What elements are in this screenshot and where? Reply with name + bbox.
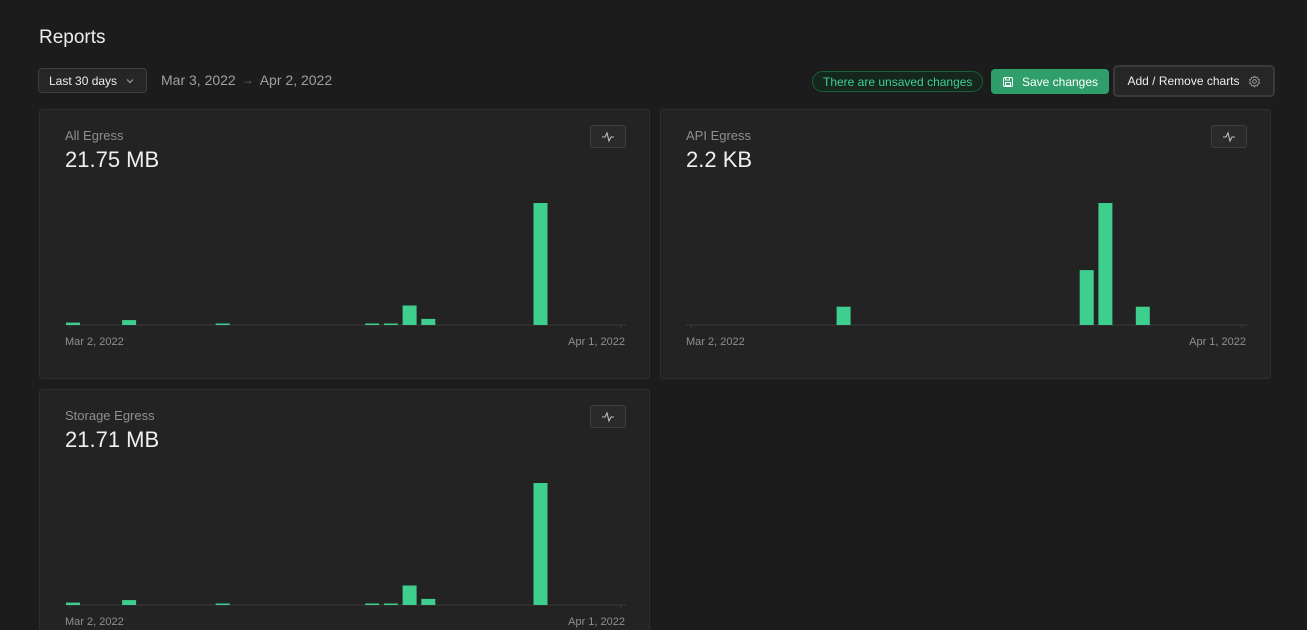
bar-chart <box>65 483 626 609</box>
add-remove-charts-label: Add / Remove charts <box>1127 74 1240 88</box>
page-title: Reports <box>39 27 106 48</box>
chevron-down-icon <box>126 78 134 83</box>
chart-bar[interactable] <box>402 585 417 606</box>
x-axis-start-label: Mar 2, 2022 <box>65 616 124 628</box>
chart-bar[interactable] <box>365 323 380 326</box>
unsaved-changes-badge: There are unsaved changes <box>812 71 984 92</box>
chart-bar[interactable] <box>1098 203 1113 325</box>
chart-bar[interactable] <box>1079 270 1094 325</box>
date-start: Mar 3, 2022 <box>161 72 236 88</box>
x-axis-end-label: Apr 1, 2022 <box>1189 336 1246 348</box>
bar-chart <box>686 203 1247 329</box>
date-range-select[interactable]: Last 30 days <box>38 68 147 93</box>
date-range-select-label: Last 30 days <box>49 73 118 88</box>
chart-card-all-egress: All Egress 21.75 MB Mar 2, 2022 Apr 1, 2… <box>39 109 650 379</box>
x-axis-start-label: Mar 2, 2022 <box>686 336 745 348</box>
save-changes-button[interactable]: Save changes <box>991 69 1109 94</box>
x-axis-start-label: Mar 2, 2022 <box>65 336 124 348</box>
chart-bar[interactable] <box>66 322 80 325</box>
chart-bar[interactable] <box>122 320 137 325</box>
chart-card-storage-egress: Storage Egress 21.71 MB Mar 2, 2022 Apr … <box>39 389 650 630</box>
chart-bar[interactable] <box>66 602 80 605</box>
reports-page: Reports Last 30 days Mar 3, 2022 → Apr 2… <box>0 0 1307 630</box>
chart-bar[interactable] <box>122 600 137 605</box>
chart-bar[interactable] <box>402 305 417 326</box>
chart-bar[interactable] <box>533 203 548 325</box>
save-icon <box>1002 76 1013 87</box>
x-axis-end-label: Apr 1, 2022 <box>568 336 625 348</box>
chart-bar[interactable] <box>533 483 548 605</box>
save-changes-label: Save changes <box>1021 74 1099 89</box>
chart-bar[interactable] <box>365 603 380 606</box>
date-range-display: Mar 3, 2022 → Apr 2, 2022 <box>161 72 332 88</box>
chart-bar[interactable] <box>1135 306 1150 325</box>
chart-card-api-egress: API Egress 2.2 KB Mar 2, 2022 Apr 1, 202… <box>660 109 1271 379</box>
chart-bar[interactable] <box>215 323 230 326</box>
add-remove-charts-button[interactable]: Add / Remove charts <box>1113 65 1275 97</box>
x-axis-end-label: Apr 1, 2022 <box>568 616 625 628</box>
arrow-right-icon: → <box>241 73 254 87</box>
chart-bar[interactable] <box>215 603 230 606</box>
chart-bar[interactable] <box>421 598 436 605</box>
gear-icon <box>1248 74 1260 88</box>
chart-bar[interactable] <box>383 323 398 326</box>
chart-bar[interactable] <box>421 318 436 325</box>
bar-chart <box>65 203 626 329</box>
chart-bar[interactable] <box>383 603 398 606</box>
chart-bar[interactable] <box>836 306 851 325</box>
date-end: Apr 2, 2022 <box>259 72 333 88</box>
